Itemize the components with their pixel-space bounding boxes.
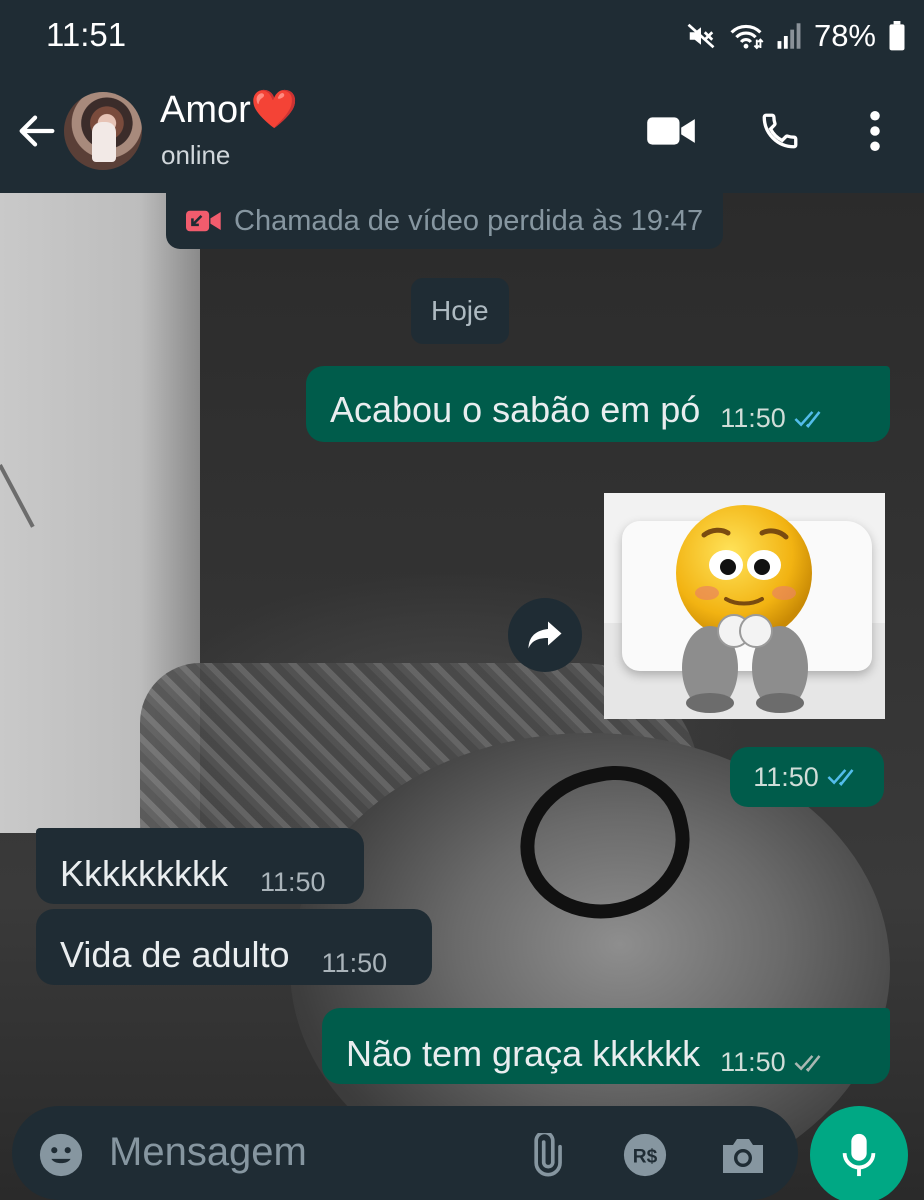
read-ticks-icon (794, 410, 821, 428)
status-icons: 78% (686, 14, 906, 58)
mute-icon (687, 23, 715, 49)
missed-call-notice[interactable]: Chamada de vídeo perdida às 19:47 (166, 193, 724, 249)
payment-icon: R$ (623, 1133, 667, 1177)
message-bubble-incoming[interactable]: Kkkkkkkkk 11:50 (36, 828, 364, 904)
contact-status: online (161, 140, 231, 170)
emoji-icon (39, 1133, 83, 1177)
missed-call-text: Chamada de vídeo perdida às 19:47 (234, 204, 704, 237)
mic-icon (842, 1133, 876, 1177)
missed-video-call-icon (186, 210, 221, 232)
message-time: 11:50 (753, 761, 819, 792)
message-text: Kkkkkkkkk (60, 853, 229, 895)
signal-icon (777, 23, 801, 49)
message-text: Não tem graça kkkkkk (346, 1033, 701, 1075)
message-bubble-outgoing[interactable]: Não tem graça kkkkkk 11:50 (322, 1008, 890, 1084)
message-time: 11:50 (321, 948, 388, 978)
smiley-sticker-icon (676, 505, 812, 713)
battery-percent: 78% (813, 18, 876, 53)
attach-button[interactable] (520, 1130, 570, 1180)
delivered-ticks-icon (794, 1054, 821, 1072)
back-arrow-icon (19, 115, 55, 147)
contact-name[interactable]: Amor❤️ (160, 88, 298, 132)
message-text: Vida de adulto (60, 934, 290, 976)
message-text: Acabou o sabão em pó (330, 389, 701, 431)
emoji-button[interactable] (36, 1130, 86, 1180)
payment-label: R$ (633, 1147, 658, 1168)
chat-area[interactable]: Chamada de vídeo perdida às 19:47 Hoje A… (0, 193, 924, 1200)
message-time: 11:50 (260, 867, 326, 897)
phone-icon (762, 113, 798, 149)
video-call-button[interactable] (646, 106, 696, 156)
camera-icon (723, 1139, 763, 1173)
message-input-bar[interactable]: Mensagem R$ (12, 1106, 798, 1200)
forward-button[interactable] (508, 598, 582, 672)
top-bar: 11:51 78% Amor❤️ online (0, 0, 924, 193)
voice-call-button[interactable] (755, 106, 805, 156)
video-call-icon (647, 117, 695, 145)
status-time: 11:51 (46, 16, 127, 53)
sticker-image[interactable] (604, 493, 885, 719)
more-options-icon (870, 110, 880, 152)
message-time: 11:50 (720, 403, 786, 433)
battery-icon (889, 21, 905, 51)
wifi-icon (730, 24, 764, 50)
message-bubble-incoming[interactable]: Vida de adulto 11:50 (36, 909, 432, 985)
read-ticks-icon (827, 769, 854, 786)
avatar[interactable] (64, 92, 142, 170)
message-input[interactable]: Mensagem (109, 1130, 307, 1175)
back-button[interactable] (14, 108, 60, 154)
message-bubble-outgoing[interactable]: Acabou o sabão em pó 11:50 (306, 366, 890, 442)
forward-icon (528, 621, 562, 649)
more-options-button[interactable] (850, 106, 900, 156)
message-time: 11:50 (720, 1047, 786, 1077)
voice-message-button[interactable] (810, 1106, 908, 1200)
sticker-timestamp-bubble[interactable]: 11:50 (730, 747, 884, 807)
payment-button[interactable]: R$ (620, 1130, 670, 1180)
day-separator: Hoje (411, 278, 509, 344)
attach-icon (534, 1133, 562, 1177)
camera-button[interactable] (718, 1130, 768, 1180)
